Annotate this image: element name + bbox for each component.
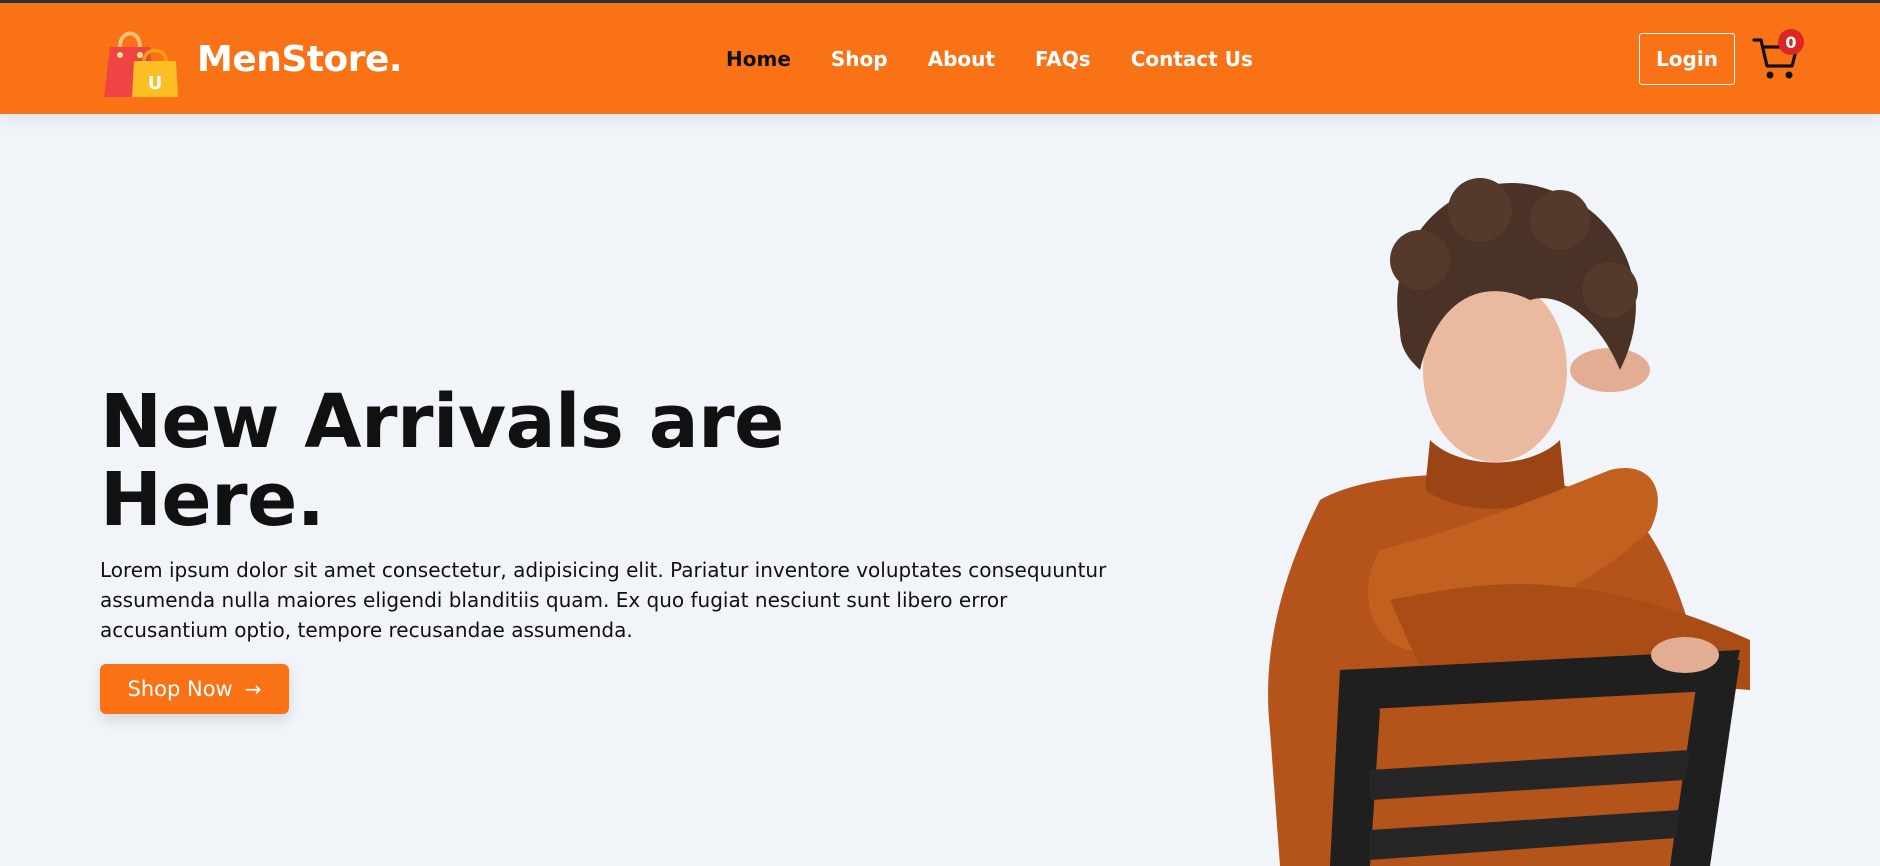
- nav-link-faqs[interactable]: FAQs: [1035, 47, 1091, 71]
- cart-count-badge: 0: [1778, 29, 1804, 55]
- nav-link-contact[interactable]: Contact Us: [1131, 47, 1253, 71]
- shop-now-button[interactable]: Shop Now →: [100, 664, 289, 714]
- login-button[interactable]: Login: [1639, 33, 1735, 85]
- brand[interactable]: U MenStore.: [100, 21, 403, 97]
- arrow-right-icon: →: [244, 677, 262, 701]
- nav-link-about[interactable]: About: [928, 47, 995, 71]
- hero-description: Lorem ipsum dolor sit amet consectetur, …: [100, 558, 1107, 642]
- main-nav: Home Shop About FAQs Contact Us: [726, 47, 1293, 71]
- shop-now-label: Shop Now: [127, 677, 233, 701]
- navbar: U MenStore. Home Shop About FAQs Contact…: [0, 3, 1880, 114]
- nav-link-shop[interactable]: Shop: [831, 47, 888, 71]
- svg-text:U: U: [148, 73, 163, 94]
- hero-title: New Arrivals are Here.: [100, 379, 784, 543]
- nav-link-home[interactable]: Home: [726, 47, 791, 71]
- shopping-bags-icon: U: [104, 31, 178, 97]
- brand-name: MenStore.: [197, 38, 403, 80]
- hero-model-image: [1268, 178, 1750, 866]
